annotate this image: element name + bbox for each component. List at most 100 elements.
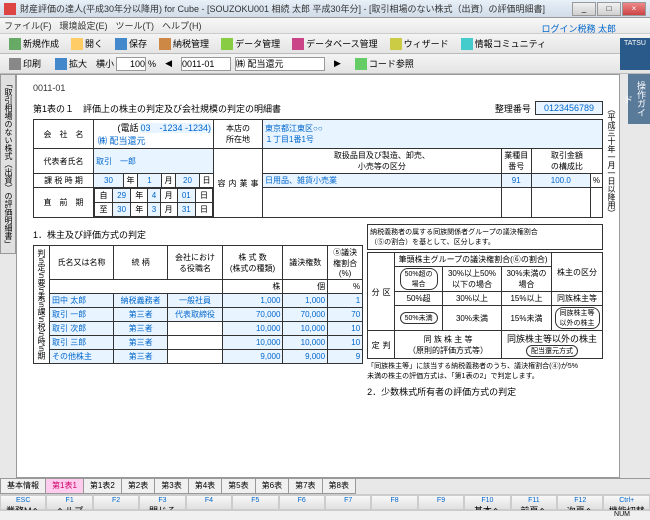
tab-1-2[interactable]: 第1表2 bbox=[83, 479, 122, 494]
doc-title: 第1表の１ 評価上の株主の判定及び会社規模の判定の明細書 bbox=[33, 102, 281, 115]
seiri-value[interactable]: 0123456789 bbox=[535, 101, 603, 115]
doc-id: 0011-01 bbox=[33, 83, 603, 93]
prev-button[interactable]: ◀ bbox=[160, 56, 177, 72]
c3[interactable]: 50%未満 bbox=[400, 312, 438, 324]
tab-8[interactable]: 第8表 bbox=[322, 479, 356, 494]
company-name-label: 会 社 名 bbox=[34, 120, 94, 149]
save-button[interactable]: 保存 bbox=[110, 36, 152, 52]
name-input[interactable] bbox=[235, 57, 325, 71]
c3r[interactable]: 同族株主等 以外の株主 bbox=[555, 307, 600, 329]
rep-value[interactable]: 取引 一郎 bbox=[94, 149, 214, 174]
db-icon bbox=[292, 38, 304, 50]
fkey-f4[interactable]: F4 bbox=[186, 495, 232, 510]
tab-3[interactable]: 第3表 bbox=[154, 479, 188, 494]
guide-tab[interactable]: 操作ガイド bbox=[628, 74, 650, 124]
fkey-f8[interactable]: F8 bbox=[371, 495, 417, 510]
print-button[interactable]: 印刷 bbox=[4, 56, 46, 72]
sec1-title: 1．株主及び評価方式の判定 bbox=[33, 228, 363, 241]
close-button[interactable]: × bbox=[622, 2, 646, 16]
tab-1-1[interactable]: 第1表1 bbox=[45, 479, 84, 494]
toolbar: 新規作成 開く 保存 納税管理 データ管理 データベース管理 ウィザード 情報コ… bbox=[0, 34, 650, 54]
tel-value[interactable]: 03 -1234 -1234) bbox=[140, 123, 211, 133]
fkey-f7[interactable]: F7 bbox=[325, 495, 371, 510]
table-row: 取引 一郎第三者代表取締役70,00070,00070 bbox=[34, 308, 363, 322]
dz-m1[interactable]: 4 bbox=[148, 189, 160, 203]
data-icon bbox=[221, 38, 233, 50]
tab-basic[interactable]: 基本情報 bbox=[0, 479, 46, 494]
app-icon bbox=[4, 3, 16, 15]
code-input[interactable] bbox=[181, 57, 231, 71]
fkey-f12[interactable]: F12次頁へ bbox=[557, 495, 603, 510]
dz-m2[interactable]: 3 bbox=[148, 203, 160, 217]
honten-value[interactable]: 東京都江東区○○ １丁目1番1号 bbox=[263, 120, 603, 149]
dz-y2[interactable]: 30 bbox=[113, 203, 131, 217]
c1[interactable]: 50%超の 場合 bbox=[400, 268, 438, 290]
fkey-f9[interactable]: F9 bbox=[418, 495, 464, 510]
fkey-esc[interactable]: ESC業務Mへ bbox=[0, 495, 46, 510]
tab-5[interactable]: 第5表 bbox=[221, 479, 255, 494]
sec2-title: 2．少数株式所有者の評価方式の判定 bbox=[367, 385, 603, 398]
kazei-label: 課 税 時 期 bbox=[34, 174, 94, 188]
login-user[interactable]: ログイン税務 太郎 bbox=[541, 22, 616, 35]
tax-icon bbox=[159, 38, 171, 50]
fkey-f10[interactable]: F10基本へ bbox=[464, 495, 510, 510]
fkey-f6[interactable]: F6 bbox=[279, 495, 325, 510]
dz-d2[interactable]: 31 bbox=[177, 203, 195, 217]
menu-file[interactable]: ファイル(F) bbox=[4, 19, 52, 32]
menu-help[interactable]: ヘルプ(H) bbox=[162, 19, 202, 32]
fkey-f3[interactable]: F3閉じる bbox=[139, 495, 185, 510]
fkey-f2[interactable]: F2 bbox=[93, 495, 139, 510]
tab-2[interactable]: 第2表 bbox=[121, 479, 155, 494]
table-row: その他株主第三者9,0009,0009 bbox=[34, 350, 363, 364]
dz-y1[interactable]: 29 bbox=[113, 189, 131, 203]
year-note: （平成三十年一月一日以降用） bbox=[606, 105, 617, 217]
width-label: 横小 bbox=[96, 57, 114, 70]
fkey-f1[interactable]: F1ヘルプ bbox=[46, 495, 92, 510]
code-ref-button[interactable]: コード参照 bbox=[350, 56, 419, 72]
kazei-month[interactable]: 1 bbox=[138, 174, 162, 188]
fkey-ctrl[interactable]: Ctrl+機能切替 bbox=[603, 495, 649, 510]
pct1[interactable]: 100.0 bbox=[531, 174, 590, 188]
kazei-day[interactable]: 20 bbox=[176, 174, 200, 188]
haito[interactable]: 配当還元方式 bbox=[526, 345, 578, 357]
tab-6[interactable]: 第6表 bbox=[255, 479, 289, 494]
next-button[interactable]: ▶ bbox=[329, 56, 346, 72]
info-icon bbox=[461, 38, 473, 50]
fkey-f5[interactable]: F5 bbox=[232, 495, 278, 510]
seiri-label: 整理番号 bbox=[495, 102, 531, 115]
db-button[interactable]: データベース管理 bbox=[287, 36, 383, 52]
sec1-note: 納税義務者の属する同族関係者グループの議決権割合 （⑤の割合）を基として、区分し… bbox=[367, 224, 603, 250]
vertical-tab[interactable]: 「取引相場のない株式（出資）の評価明細書」 bbox=[0, 74, 16, 254]
new-button[interactable]: 新規作成 bbox=[4, 36, 64, 52]
item1[interactable]: 日用品、雑貨小売業 bbox=[263, 174, 502, 188]
table-row: 取引 三郎第三者10,00010,00010 bbox=[34, 336, 363, 350]
note2: 「同族株主等」に該当する納税義務者のうち、議決権割合(④)が5% 未満の株主の評… bbox=[367, 361, 603, 381]
kazei-year[interactable]: 30 bbox=[94, 174, 124, 188]
tab-4[interactable]: 第4表 bbox=[188, 479, 222, 494]
rep-label: 代表者氏名 bbox=[34, 149, 94, 174]
maximize-button[interactable]: □ bbox=[597, 2, 621, 16]
tax-button[interactable]: 納税管理 bbox=[154, 36, 214, 52]
info-button[interactable]: 情報コミュニティ bbox=[456, 36, 551, 52]
data-button[interactable]: データ管理 bbox=[216, 36, 285, 52]
menu-env[interactable]: 環境設定(E) bbox=[60, 19, 108, 32]
num1[interactable]: 91 bbox=[501, 174, 531, 188]
width-input[interactable] bbox=[116, 57, 146, 71]
open-button[interactable]: 開く bbox=[66, 36, 108, 52]
honten-label: 本店の 所在地 bbox=[214, 120, 263, 149]
document-area: 0011-01 第1表の１ 評価上の株主の判定及び会社規模の判定の明細書 整理番… bbox=[16, 74, 620, 478]
jigyou-label: 事 業 内 容 bbox=[214, 149, 263, 218]
dz-d1[interactable]: 01 bbox=[177, 189, 195, 203]
fkey-f11[interactable]: F11前頁へ bbox=[511, 495, 557, 510]
wizard-button[interactable]: ウィザード bbox=[385, 36, 454, 52]
menu-tool[interactable]: ツール(T) bbox=[116, 19, 155, 32]
minimize-button[interactable]: _ bbox=[572, 2, 596, 16]
zoom-icon bbox=[55, 58, 67, 70]
hantei-label: 判\n定\n要\n素\n課\n税\n時\n期 bbox=[34, 246, 50, 364]
zoom-button[interactable]: 拡大 bbox=[50, 56, 92, 72]
logo: TATSU bbox=[620, 38, 650, 70]
company-name-value[interactable]: ㈱ 配当還元 bbox=[98, 136, 146, 146]
chokuzen-label: 直 前 期 bbox=[34, 188, 94, 218]
tab-7[interactable]: 第7表 bbox=[288, 479, 322, 494]
function-keys: ESC業務Mへ F1ヘルプ F2 F3閉じる F4 F5 F6 F7 F8 F9… bbox=[0, 494, 650, 510]
